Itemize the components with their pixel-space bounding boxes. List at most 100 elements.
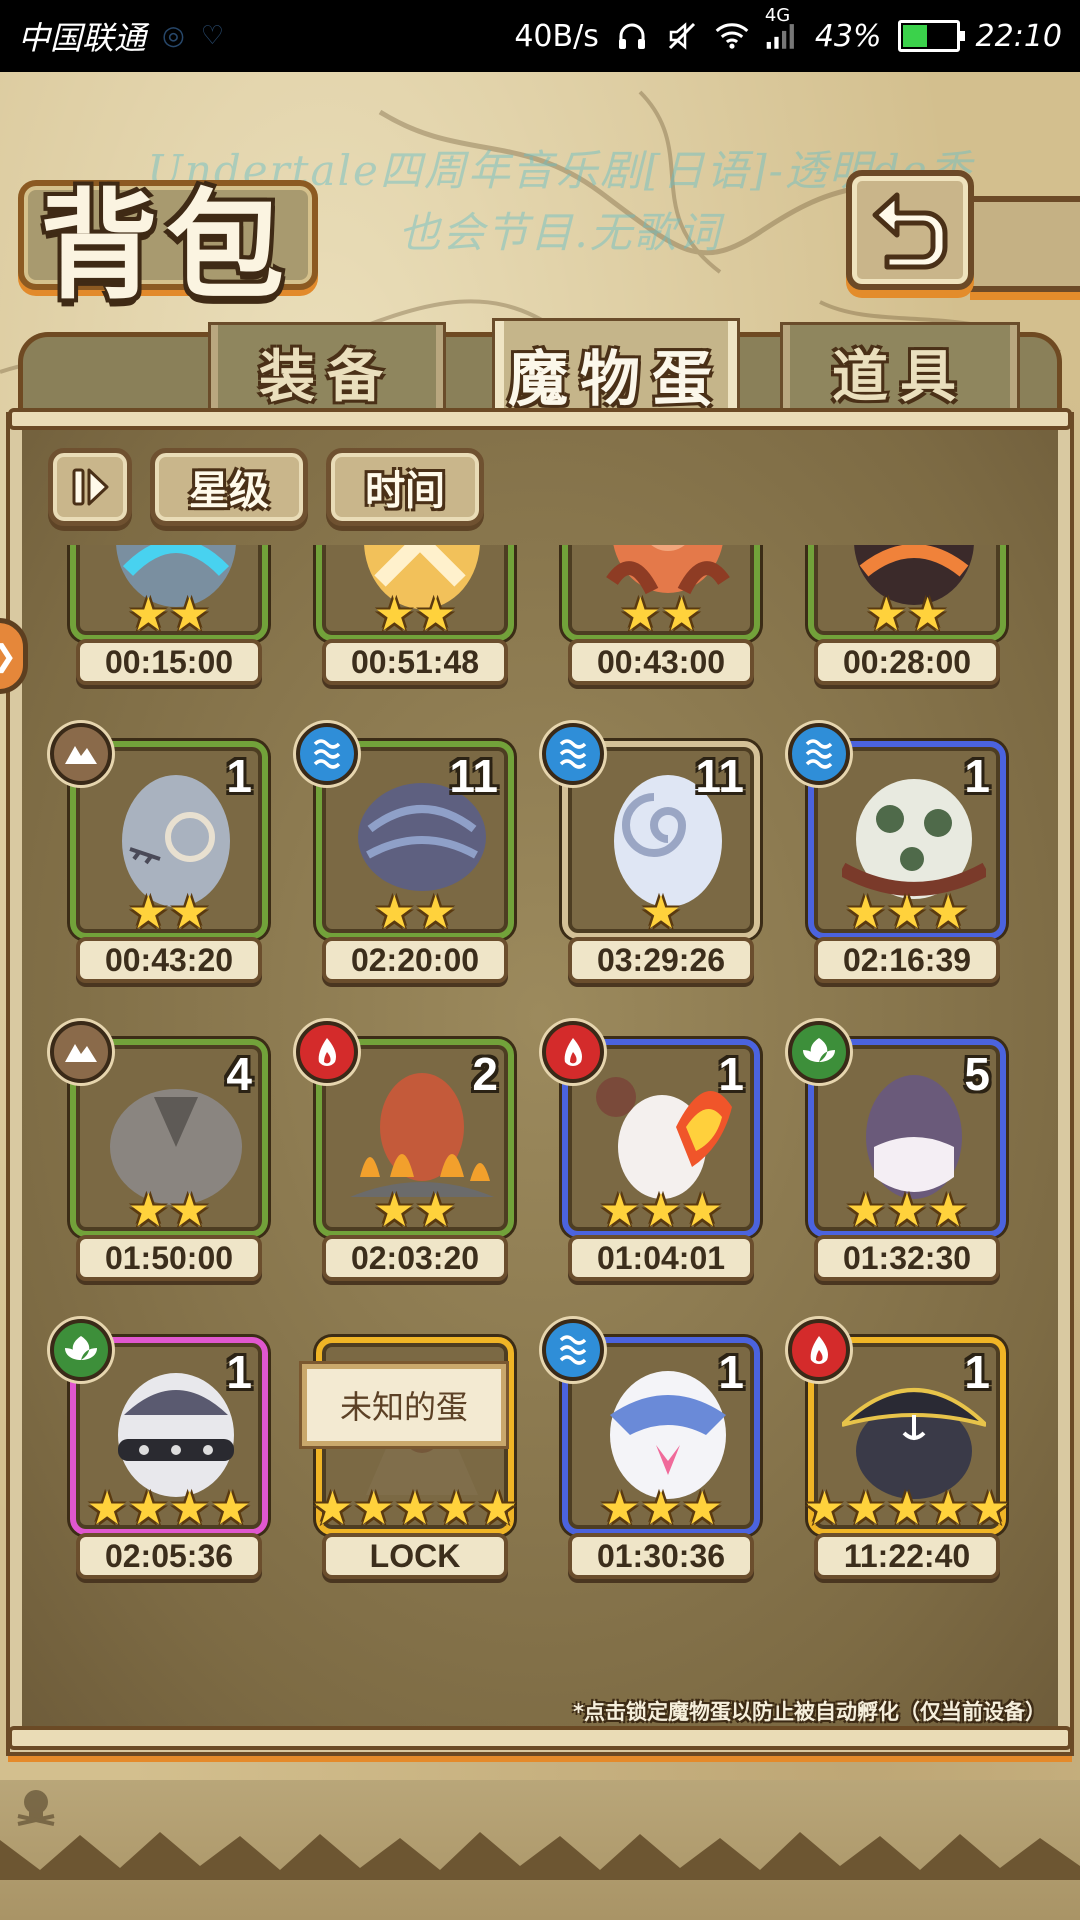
star-icon: ★ (845, 885, 887, 939)
star-icon: ★ (394, 1481, 436, 1535)
back-button[interactable] (846, 170, 974, 290)
heart-monitor-icon: ♡ (200, 21, 225, 51)
egg-slot[interactable]: 1 ★ ★ ★ 02:16:39 (778, 723, 1006, 993)
egg-tooltip: 未知的蛋 (299, 1361, 509, 1449)
network-speed: 40B/s (514, 18, 599, 54)
sort-by-star-button[interactable]: 星级 (150, 448, 308, 526)
sort-order-toggle-button[interactable] (48, 448, 132, 526)
star-icon: ★ (353, 1481, 395, 1535)
star-rating: ★ ★ ★ (562, 1187, 760, 1233)
lock-hint-text: *点击锁定魔物蛋以防止被自动孵化（仅当前设备） (573, 1700, 1046, 1724)
hatch-timer: 00:43:20 (76, 937, 262, 983)
star-icon: ★ (865, 587, 907, 641)
hatch-timer: 00:43:00 (568, 639, 754, 685)
hatch-timer: 01:04:01 (568, 1235, 754, 1281)
star-icon: ★ (127, 587, 169, 641)
wifi-icon (715, 19, 749, 53)
star-icon: ★ (599, 1481, 641, 1535)
egg-count: 1 (718, 1346, 744, 1398)
egg-slot[interactable]: 3★★00:15:00 (40, 545, 268, 695)
star-icon: ★ (886, 1183, 928, 1237)
egg-slot[interactable]: 1 ★ ★ ★ ★ ★ 11:22:40 (778, 1319, 1010, 1589)
mute-icon (665, 19, 699, 53)
star-icon: ★ (373, 1183, 415, 1237)
signal-icon: 4G (765, 5, 799, 53)
tab-frame (208, 322, 446, 422)
egg-slot[interactable]: 2★★00:51:48 (286, 545, 514, 695)
headphones-icon (615, 19, 649, 53)
battery-percent: 43% (814, 18, 882, 54)
egg-slot[interactable]: 1 ★ ★ ★ 01:04:01 (532, 1021, 760, 1291)
star-icon: ★ (886, 1481, 928, 1535)
star-icon: ★ (927, 1183, 969, 1237)
star-icon: ★ (640, 885, 682, 939)
battery-icon (897, 20, 965, 52)
star-icon: ★ (907, 587, 949, 641)
star-icon: ★ (886, 885, 928, 939)
star-rating: ★ (562, 889, 760, 935)
star-icon: ★ (640, 1183, 682, 1237)
nature-element-icon (50, 1319, 112, 1381)
star-icon: ★ (681, 1481, 723, 1535)
egg-slot[interactable]: 11 ★ 03:29:26 (532, 723, 760, 993)
egg-slot[interactable]: 4 ★ ★ 01:50:00 (40, 1021, 268, 1291)
sort-toggle-icon (72, 468, 109, 506)
star-icon: ★ (845, 1183, 887, 1237)
star-icon: ★ (845, 1481, 887, 1535)
star-icon: ★ (619, 587, 661, 641)
star-icon: ★ (169, 1183, 211, 1237)
star-icon: ★ (927, 1481, 969, 1535)
star-rating: ★ ★ ★ (562, 1485, 760, 1531)
torn-edge-decoration (0, 1832, 1080, 1880)
page-title: 背包 (40, 176, 293, 315)
star-icon: ★ (169, 587, 211, 641)
tab-equipment[interactable]: 装备 (208, 322, 446, 422)
egg-slot[interactable]: ★ ★ ★ ★ ★ LOCK (286, 1319, 518, 1589)
nature-element-icon (788, 1021, 850, 1083)
water-element-icon (542, 723, 604, 785)
egg-slot[interactable]: 11 ★ ★ 02:20:00 (286, 723, 514, 993)
status-bar: 中国联通 ◎ ♡ 40B/s 4G 43% 22:10 (0, 0, 1080, 72)
egg-count: 11 (449, 750, 498, 802)
water-element-icon (542, 1319, 604, 1381)
star-icon: ★ (803, 1481, 846, 1535)
star-icon: ★ (415, 587, 457, 641)
star-icon: ★ (415, 1183, 457, 1237)
star-icon: ★ (373, 587, 415, 641)
egg-slot[interactable]: 2 ★ ★ 02:03:20 (286, 1021, 514, 1291)
sort-by-time-button[interactable]: 时间 (326, 448, 484, 526)
lock-label: LOCK (322, 1533, 508, 1579)
egg-slot[interactable]: 2★★00:28:00 (778, 545, 1006, 695)
hatch-timer: 00:51:48 (322, 639, 508, 685)
star-icon: ★ (435, 1481, 477, 1535)
egg-slot[interactable]: 5 ★ ★ ★ 01:32:30 (778, 1021, 1006, 1291)
egg-slot[interactable]: 21★★00:43:00 (532, 545, 760, 695)
egg-slot[interactable]: 1 ★ ★ ★ ★ 02:05:36 (40, 1319, 268, 1589)
hatch-timer: 02:03:20 (322, 1235, 508, 1281)
carrier-name: 中国联通 (18, 19, 147, 57)
star-rating: ★ ★ (316, 1187, 514, 1233)
hatch-timer: 03:29:26 (568, 937, 754, 983)
tab-items[interactable]: 道具 (780, 322, 1020, 422)
panel-bottom-rail (8, 1726, 1072, 1750)
earth-element-icon (50, 1021, 112, 1083)
egg-slot[interactable]: 1 ★ ★ ★ 01:30:36 (532, 1319, 760, 1589)
hatch-timer: 02:20:00 (322, 937, 508, 983)
panel-top-rail (8, 408, 1072, 430)
star-icon: ★ (599, 1183, 641, 1237)
star-icon: ★ (127, 1481, 169, 1535)
water-element-icon (296, 723, 358, 785)
star-icon: ★ (127, 885, 169, 939)
star-icon: ★ (927, 885, 969, 939)
hatch-timer: 11:22:40 (814, 1533, 1000, 1579)
hatch-timer: 01:32:30 (814, 1235, 1000, 1281)
egg-slot[interactable]: 1 ★ ★ 00:43:20 (40, 723, 268, 993)
hatch-timer: 01:30:36 (568, 1533, 754, 1579)
star-icon: ★ (210, 1481, 252, 1535)
star-rating: ★ ★ ★ ★ (70, 1485, 268, 1531)
star-icon: ★ (127, 1183, 169, 1237)
clock: 22:10 (975, 18, 1062, 54)
star-icon: ★ (681, 1183, 723, 1237)
sync-icon: ◎ (162, 21, 185, 51)
hatch-timer: 02:16:39 (814, 937, 1000, 983)
